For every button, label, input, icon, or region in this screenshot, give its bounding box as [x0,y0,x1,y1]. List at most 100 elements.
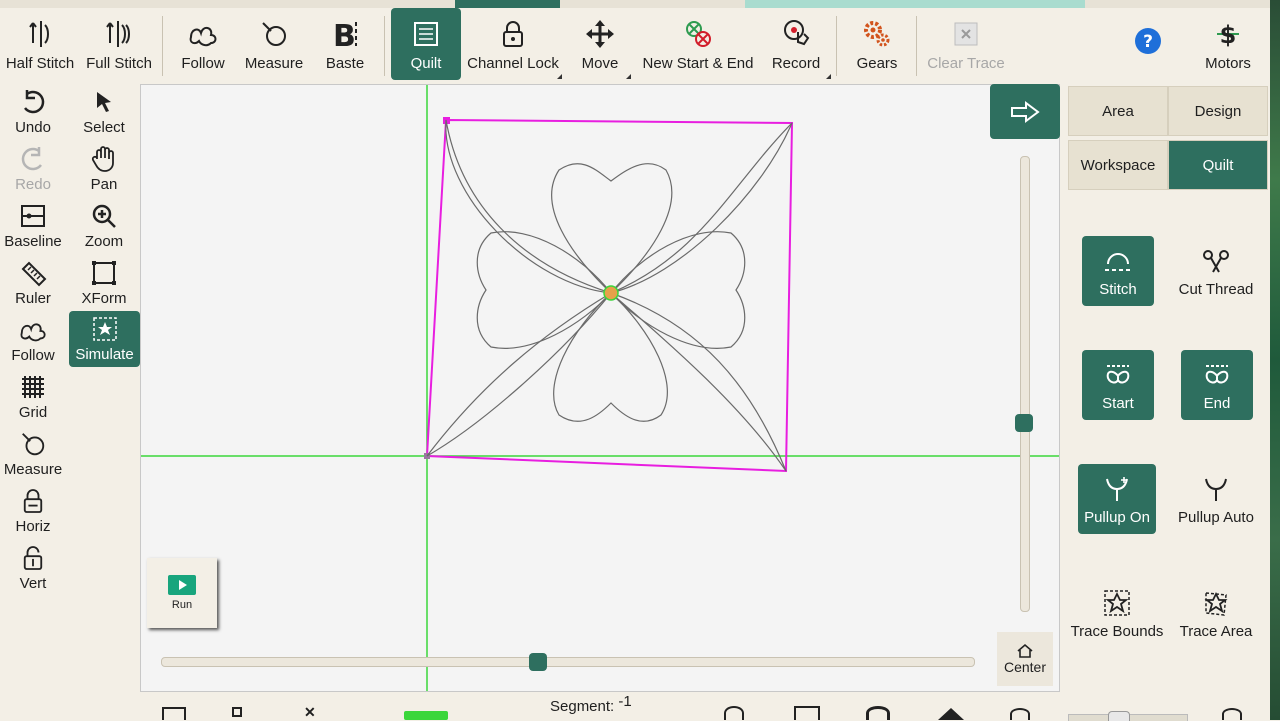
half-stitch-button[interactable]: Half Stitch [2,8,78,80]
clear-trace-button[interactable]: Clear Trace [925,8,1007,80]
vert-label: Vert [19,575,47,592]
help-button[interactable]: ? [1128,8,1168,80]
quilt-label: Quilt [410,55,442,72]
half-stitch-label: Half Stitch [5,55,75,72]
motors-button[interactable]: $ Motors [1200,8,1256,80]
bottom-zoom-actual-icon[interactable] [866,706,890,720]
vert-lock-button[interactable]: Vert [0,542,66,596]
trace-bounds-button[interactable]: Trace Bounds [1069,578,1165,648]
ruler-button[interactable]: Ruler [0,257,66,311]
tab-design-label: Design [1194,102,1242,120]
follow-icon [186,17,220,51]
grid-button[interactable]: Grid [0,371,66,425]
start-button[interactable]: Start [1082,350,1154,420]
new-start-end-label: New Start & End [642,55,754,72]
baseline-button[interactable]: Baseline [0,200,66,254]
move-label: Move [581,55,619,72]
ruler-label: Ruler [15,290,51,307]
bottom-tool-frame-icon[interactable] [162,707,186,720]
tab-indicator-highlight[interactable] [745,0,1085,8]
vertical-slider-handle[interactable] [1015,414,1033,432]
center-button[interactable]: Center [997,632,1053,686]
end-button[interactable]: End [1181,350,1253,420]
design-preview[interactable] [141,85,1059,691]
stitch-button[interactable]: Stitch [1082,236,1154,306]
tab-indicator-active[interactable] [455,0,560,8]
full-stitch-button[interactable]: Full Stitch [82,8,156,80]
baste-button[interactable]: B Baste [318,8,372,80]
xform-button[interactable]: XForm [71,257,137,311]
trace-area-icon [1200,587,1232,619]
baste-label: Baste [325,55,365,72]
channel-lock-menu-indicator [557,74,562,79]
quilt-button[interactable]: Quilt [391,8,461,80]
scissors-icon [1200,245,1232,277]
bottom-zoom-in-icon[interactable] [724,706,744,720]
channel-lock-label: Channel Lock [467,55,559,72]
follow-tool-icon [18,315,48,345]
top-tab-strip [0,0,1270,8]
undo-button[interactable]: Undo [0,86,66,140]
cut-thread-label: Cut Thread [1178,281,1254,298]
select-arrow-icon [89,87,119,117]
redo-button[interactable]: Redo [0,143,66,197]
simulate-button[interactable]: Simulate [69,311,140,367]
pullup-on-button[interactable]: Pullup On [1078,464,1156,534]
toolbar-divider [162,16,163,76]
channel-lock-button[interactable]: Channel Lock [466,8,560,80]
tab-design[interactable]: Design [1168,86,1268,136]
segment-status: Segment: -1 [550,693,632,715]
pan-button[interactable]: Pan [71,143,137,197]
bottom-tool-select-icon[interactable] [232,707,242,717]
pullup-auto-label: Pullup Auto [1178,509,1254,526]
grid-label: Grid [18,404,48,421]
trace-bounds-label: Trace Bounds [1070,623,1164,640]
tab-workspace[interactable]: Workspace [1068,140,1168,190]
vertical-zoom-slider[interactable] [1020,156,1030,612]
move-arrows-icon [583,17,617,51]
trace-area-button[interactable]: Trace Area [1168,578,1264,648]
horizontal-slider[interactable] [161,657,975,667]
redo-label: Redo [15,176,51,193]
tab-area[interactable]: Area [1068,86,1168,136]
stitch-icon [1102,245,1134,277]
tab-quilt-label: Quilt [1202,156,1234,174]
horiz-lock-button[interactable]: Horiz [0,485,66,539]
lock-icon [496,17,530,51]
gears-icon [860,17,894,51]
select-button[interactable]: Select [71,86,137,140]
bottom-zoom-plus-icon[interactable] [1222,708,1242,720]
cut-thread-button[interactable]: Cut Thread [1168,236,1264,306]
quilt-canvas[interactable] [140,84,1060,692]
measure-label: Measure [244,55,304,72]
motors-label: Motors [1205,55,1251,72]
center-label: Center [1003,659,1047,675]
next-arrow-button[interactable] [990,84,1060,139]
record-button[interactable]: Record [768,8,824,80]
pullup-auto-icon [1200,473,1232,505]
pullup-auto-button[interactable]: Pullup Auto [1168,464,1264,534]
svg-text:?: ? [1143,32,1153,52]
bottom-home-icon[interactable] [938,708,964,720]
pan-label: Pan [90,176,118,193]
bottom-tool-active-icon[interactable] [404,711,448,720]
undo-label: Undo [15,119,51,136]
measure-tool-button[interactable]: Measure [0,428,66,482]
tab-quilt[interactable]: Quilt [1168,140,1268,190]
horizontal-slider-handle[interactable] [529,653,547,671]
new-start-end-button[interactable]: New Start & End [638,8,758,80]
zoom-button[interactable]: Zoom [71,200,137,254]
trace-area-label: Trace Area [1179,623,1253,640]
bottom-zoom-fit-icon[interactable] [794,706,820,720]
move-button[interactable]: Move [572,8,628,80]
follow-tool-label: Follow [11,347,55,364]
measure-button[interactable]: Measure [240,8,308,80]
bottom-tool-close-icon[interactable]: ✕ [304,704,316,721]
follow-tool-button[interactable]: Follow [0,314,66,368]
bottom-zoom-out-icon[interactable] [1010,708,1030,720]
pullup-on-label: Pullup On [1084,509,1150,526]
run-button[interactable]: Run [147,558,217,628]
follow-button[interactable]: Follow [172,8,234,80]
home-icon [1017,643,1033,658]
gears-button[interactable]: Gears [850,8,904,80]
